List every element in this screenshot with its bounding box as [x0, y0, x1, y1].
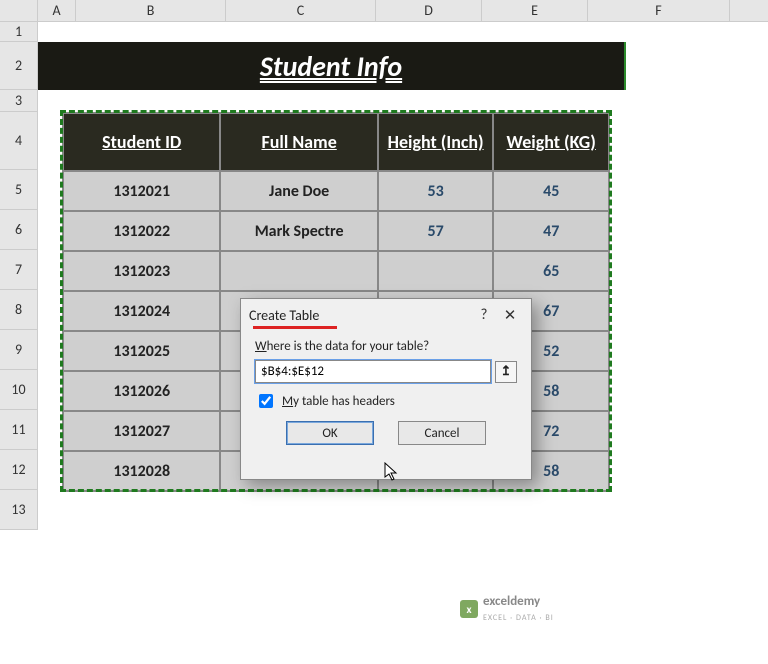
col-header-D[interactable]: D: [376, 0, 482, 21]
row-header-7[interactable]: 7: [0, 250, 38, 290]
row-header-3[interactable]: 3: [0, 90, 38, 112]
table-cell[interactable]: 1312025: [63, 331, 220, 371]
row-headers: 12345678910111213: [0, 22, 38, 530]
table-row[interactable]: 1312023 65: [63, 251, 609, 291]
close-icon[interactable]: ✕: [497, 306, 523, 325]
table-row[interactable]: 1312022Mark Spectre5747: [63, 211, 609, 251]
table-header[interactable]: Height (Inch): [378, 113, 494, 171]
table-cell[interactable]: 1312026: [63, 371, 220, 411]
column-headers: ABCDEF: [0, 0, 768, 22]
table-cell[interactable]: 1312024: [63, 291, 220, 331]
watermark-text: exceldemy: [483, 594, 540, 609]
dialog-buttons: OK Cancel: [241, 421, 531, 455]
create-table-dialog: Create Table ? ✕ Where is the data for y…: [240, 298, 532, 480]
headers-checkbox-row[interactable]: My table has headers: [255, 391, 517, 411]
table-range-input[interactable]: [255, 360, 491, 383]
row-header-11[interactable]: 11: [0, 410, 38, 450]
row-header-8[interactable]: 8: [0, 290, 38, 330]
table-cell[interactable]: 65: [493, 251, 609, 291]
spreadsheet-viewport: ABCDEF 12345678910111213 Student Info St…: [0, 0, 768, 664]
watermark: x exceldemy EXCEL · DATA · BI: [460, 594, 554, 624]
table-cell[interactable]: 1312028: [63, 451, 220, 491]
col-header-A[interactable]: A: [38, 0, 76, 21]
row-header-4[interactable]: 4: [0, 112, 38, 170]
collapse-range-icon[interactable]: ↥: [495, 361, 517, 383]
row-header-12[interactable]: 12: [0, 450, 38, 490]
row-header-5[interactable]: 5: [0, 170, 38, 210]
check-rest: y table has headers: [293, 394, 395, 409]
table-cell[interactable]: Jane Doe: [220, 171, 377, 211]
sheet-title: Student Info: [260, 49, 402, 84]
table-cell[interactable]: 1312023: [63, 251, 220, 291]
ok-button[interactable]: OK: [286, 421, 374, 445]
has-headers-label: My table has headers: [282, 394, 395, 409]
table-cell[interactable]: 45: [493, 171, 609, 211]
table-cell[interactable]: Mark Spectre: [220, 211, 377, 251]
watermark-sub: EXCEL · DATA · BI: [483, 613, 554, 623]
row-header-13[interactable]: 13: [0, 490, 38, 530]
col-header-B[interactable]: B: [76, 0, 226, 21]
table-cell[interactable]: 1312027: [63, 411, 220, 451]
row-header-2[interactable]: 2: [0, 42, 38, 90]
row-header-1[interactable]: 1: [0, 22, 38, 42]
table-header[interactable]: Full Name: [220, 113, 377, 171]
table-row[interactable]: 1312021Jane Doe5345: [63, 171, 609, 211]
range-input-row: ↥: [255, 360, 517, 383]
table-cell[interactable]: 1312021: [63, 171, 220, 211]
check-accel: M: [282, 394, 293, 409]
col-header-E[interactable]: E: [482, 0, 588, 21]
table-header[interactable]: Student ID: [63, 113, 220, 171]
cancel-button[interactable]: Cancel: [398, 421, 486, 445]
col-header-C[interactable]: C: [226, 0, 376, 21]
prompt-accel: W: [255, 339, 267, 354]
row-header-6[interactable]: 6: [0, 210, 38, 250]
dialog-body: Where is the data for your table? ↥ My t…: [241, 331, 531, 411]
prompt-rest: here is the data for your table?: [267, 339, 430, 354]
table-cell[interactable]: 57: [378, 211, 494, 251]
row-header-10[interactable]: 10: [0, 370, 38, 410]
watermark-icon: x: [460, 600, 478, 618]
annotation-underline: [253, 326, 337, 329]
col-header-F[interactable]: F: [588, 0, 730, 21]
help-icon[interactable]: ?: [471, 306, 497, 324]
dialog-title: Create Table: [249, 307, 471, 324]
title-cell: Student Info: [38, 42, 626, 90]
table-cell[interactable]: [220, 251, 377, 291]
dialog-prompt: Where is the data for your table?: [255, 339, 517, 354]
has-headers-checkbox[interactable]: [259, 394, 273, 408]
table-cell[interactable]: 1312022: [63, 211, 220, 251]
row-header-9[interactable]: 9: [0, 330, 38, 370]
table-cell[interactable]: 53: [378, 171, 494, 211]
table-cell[interactable]: [378, 251, 494, 291]
table-cell[interactable]: 47: [493, 211, 609, 251]
table-header[interactable]: Weight (KG): [493, 113, 609, 171]
